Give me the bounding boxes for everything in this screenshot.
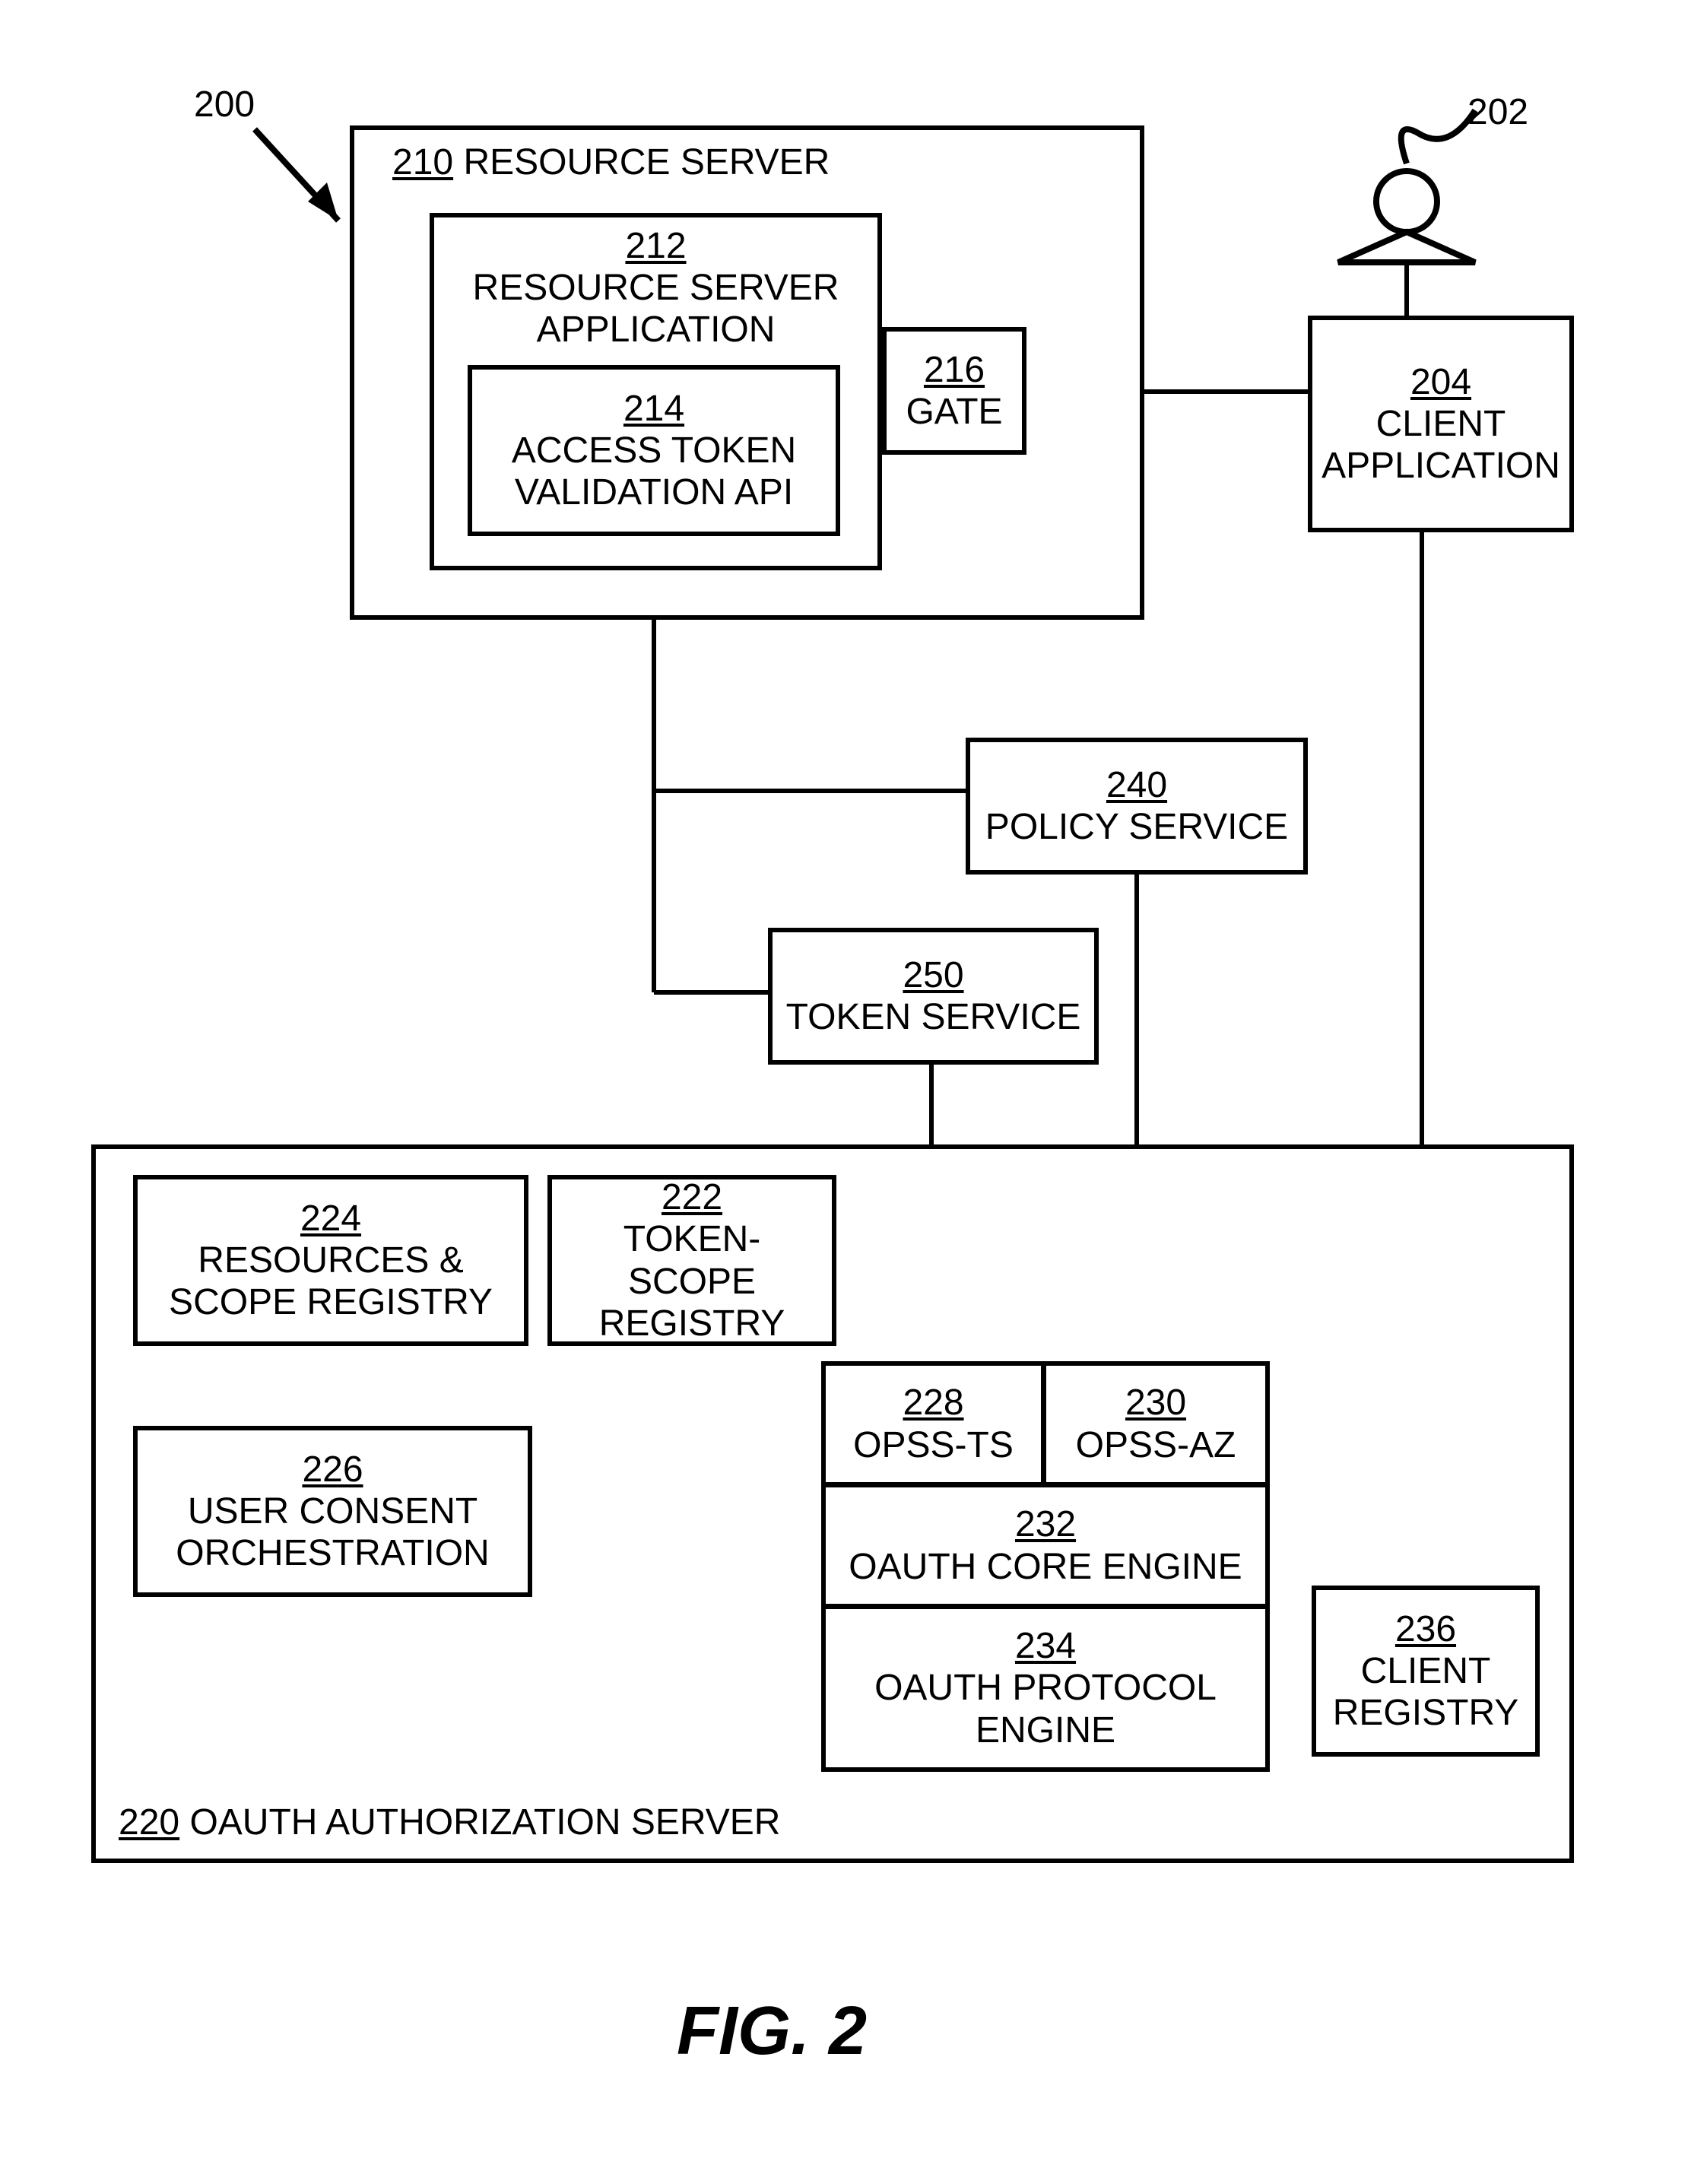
oauth-server-ref: 220 bbox=[119, 1802, 179, 1843]
opss-ts: 228 OPSS-TS bbox=[821, 1361, 1045, 1487]
validation-ref: 214 bbox=[623, 389, 684, 429]
client-application: 204 CLIENT APPLICATION bbox=[1308, 316, 1574, 532]
proto-title: OAUTH PROTOCOL ENGINE bbox=[833, 1667, 1258, 1751]
oauth-protocol-engine: 234 OAUTH PROTOCOL ENGINE bbox=[821, 1605, 1270, 1772]
resscope-ref: 224 bbox=[300, 1198, 361, 1239]
gate-box: 216 GATE bbox=[882, 327, 1026, 455]
figure-number: 200 bbox=[194, 84, 255, 125]
core-ref: 232 bbox=[1015, 1504, 1076, 1544]
gate-ref: 216 bbox=[924, 350, 985, 390]
opssaz-ref: 230 bbox=[1125, 1382, 1186, 1423]
token-scope-registry: 222 TOKEN-SCOPE REGISTRY bbox=[547, 1175, 836, 1346]
figure-number-text: 200 bbox=[194, 84, 255, 125]
diagram-page: 200 202 210 RESOURCE SERVER 212 RESOURCE… bbox=[0, 0, 1707, 2184]
res-scope-registry: 224 RESOURCES & SCOPE REGISTRY bbox=[133, 1175, 528, 1346]
client-registry: 236 CLIENT REGISTRY bbox=[1312, 1586, 1540, 1757]
token-service: 250 TOKEN SERVICE bbox=[768, 928, 1099, 1065]
oauth-server-title: 220 OAUTH AUTHORIZATION SERVER bbox=[119, 1801, 780, 1843]
validation-title: ACCESS TOKEN VALIDATION API bbox=[480, 430, 828, 513]
opssaz-title: OPSS-AZ bbox=[1076, 1424, 1236, 1466]
oauth-server-name: OAUTH AUTHORIZATION SERVER bbox=[189, 1802, 780, 1843]
opssts-ref: 228 bbox=[903, 1382, 963, 1423]
opssts-title: OPSS-TS bbox=[853, 1424, 1014, 1466]
token-title: TOKEN SERVICE bbox=[786, 996, 1081, 1038]
token-ref: 250 bbox=[903, 955, 963, 995]
clientapp-ref: 204 bbox=[1410, 362, 1471, 402]
policy-ref: 240 bbox=[1106, 765, 1167, 805]
user-label-text: 202 bbox=[1467, 91, 1528, 133]
resource-server-title: 210 RESOURCE SERVER bbox=[392, 141, 830, 183]
gate-title: GATE bbox=[906, 391, 1002, 433]
user-label: 202 bbox=[1467, 91, 1528, 133]
clientreg-ref: 236 bbox=[1395, 1609, 1456, 1649]
clientapp-title: CLIENT APPLICATION bbox=[1320, 403, 1562, 487]
user-consent: 226 USER CONSENT ORCHESTRATION bbox=[133, 1426, 532, 1597]
core-title: OAUTH CORE ENGINE bbox=[849, 1546, 1242, 1588]
clientreg-title: CLIENT REGISTRY bbox=[1324, 1650, 1528, 1734]
access-token-validation: 214 ACCESS TOKEN VALIDATION API bbox=[468, 365, 840, 536]
tokenscope-title: TOKEN-SCOPE REGISTRY bbox=[560, 1218, 824, 1344]
resource-server-name: RESOURCE SERVER bbox=[463, 142, 830, 183]
tokenscope-ref: 222 bbox=[662, 1177, 722, 1217]
figure-caption: FIG. 2 bbox=[677, 1992, 867, 2071]
rsa-ref: 212 bbox=[625, 226, 686, 266]
consent-ref: 226 bbox=[302, 1449, 363, 1490]
oauth-core-engine: 232 OAUTH CORE ENGINE bbox=[821, 1483, 1270, 1608]
consent-title: USER CONSENT ORCHESTRATION bbox=[145, 1490, 520, 1574]
rsa-title: RESOURCE SERVER APPLICATION bbox=[434, 267, 877, 351]
resscope-title: RESOURCES & SCOPE REGISTRY bbox=[145, 1240, 516, 1323]
policy-service: 240 POLICY SERVICE bbox=[966, 738, 1308, 875]
policy-title: POLICY SERVICE bbox=[985, 806, 1288, 848]
resource-server-ref: 210 bbox=[392, 142, 453, 183]
opss-az: 230 OPSS-AZ bbox=[1042, 1361, 1270, 1487]
proto-ref: 234 bbox=[1015, 1626, 1076, 1666]
